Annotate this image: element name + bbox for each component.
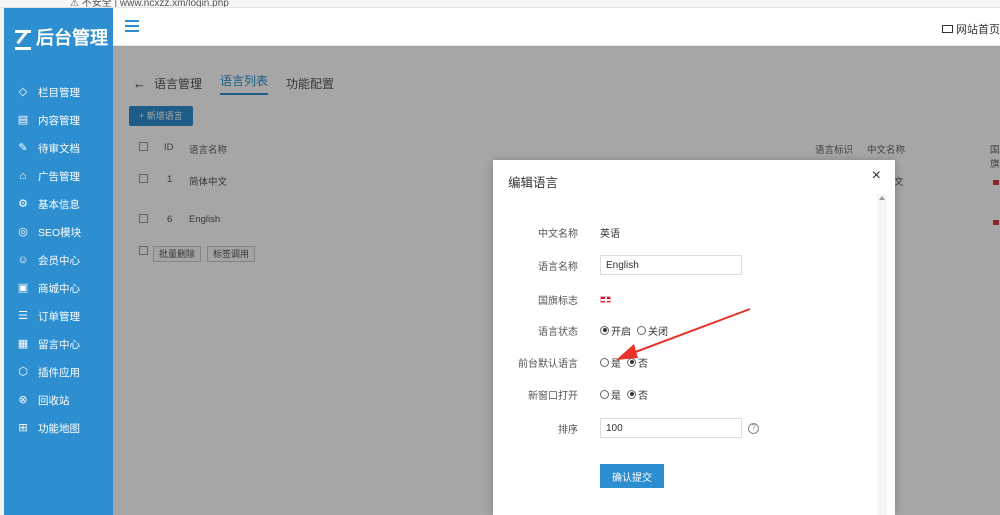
sidebar-item-basic-info[interactable]: ⚙ 基本信息 [4,190,113,218]
list-icon: ☰ [18,309,28,322]
logo-text: 后台管理 [36,28,108,48]
sidebar-item-label: 栏目管理 [38,86,80,99]
form-row-status: 语言状态 开启 关闭 [501,318,877,342]
sidebar: 后台管理 ◇ 栏目管理 ▤ 内容管理 ✎ 待审文档 ⌂ 广告管理 ⚙ 基本信息 ◎ SEO模… [4,8,113,515]
status-off-label: 关闭 [648,326,668,338]
dialog-body: 中文名称 英语 语言名称 国旗标志 语言状态 开启 关闭 前台默认语言 [501,194,887,515]
status-off-radio[interactable]: 关闭 [637,323,668,338]
status-on-label: 开启 [611,326,631,338]
default-front-label: 前台默认语言 [518,358,578,370]
logo: 后台管理 [4,8,113,66]
new-window-yes-label: 是 [611,390,621,402]
form-row-lang-name: 语言名称 [501,253,877,277]
form-row-sort: 排序 ? [501,416,877,440]
sidebar-item-label: 广告管理 [38,170,80,183]
sidebar-item-plugins[interactable]: ⬡ 插件应用 [4,358,113,386]
plugin-icon: ⬡ [18,365,28,378]
sidebar-item-member-center[interactable]: ☺ 会员中心 [4,246,113,274]
lang-name-label: 语言名称 [538,261,578,273]
sidebar-item-recycle-bin[interactable]: ⊗ 回收站 [4,386,113,414]
new-window-yes-radio[interactable]: 是 [600,387,621,402]
submit-button[interactable]: 确认提交 [600,464,664,488]
top-header: 网站首页 [113,8,1000,46]
sidebar-item-label: 商城中心 [38,282,80,295]
sidebar-item-label: 基本信息 [38,198,80,211]
close-icon[interactable]: × [872,168,881,184]
sidebar-item-shop-center[interactable]: ▣ 商城中心 [4,274,113,302]
document-icon: ▤ [17,113,29,126]
default-front-yes-label: 是 [611,358,621,370]
cn-name-label: 中文名称 [538,228,578,240]
scroll-up-icon[interactable] [879,196,885,200]
sidebar-item-label: 回收站 [38,394,70,407]
grid-icon: ⊞ [18,421,28,434]
user-icon: ☺ [17,253,29,266]
new-window-no-label: 否 [638,390,648,402]
logo-mark-icon [14,28,32,50]
sidebar-item-label: SEO模块 [38,226,82,239]
uk-flag-icon[interactable] [600,295,611,303]
sidebar-item-label: 留言中心 [38,338,80,351]
status-label: 语言状态 [538,326,578,338]
sidebar-item-order-management[interactable]: ☰ 订单管理 [4,302,113,330]
form-row-default-front: 前台默认语言 是 否 [501,350,877,374]
sidebar-item-label: 内容管理 [38,114,80,127]
sidebar-item-label: 待审文档 [38,142,80,155]
store-icon: ⌂ [19,169,27,182]
sort-input[interactable] [600,418,742,438]
sidebar-item-message-center[interactable]: ▦ 留言中心 [4,330,113,358]
browser-address-bar[interactable]: ⚠ 不安全 | www.ncxzz.xm/login.php [0,0,1000,8]
message-icon: ▦ [17,337,29,350]
dialog-title: 编辑语言 [508,176,559,190]
compass-icon: ◎ [18,225,28,238]
sidebar-item-content-management[interactable]: ▤ 内容管理 [4,106,113,134]
form-row-cn-name: 中文名称 英语 [501,220,877,244]
edit-icon: ✎ [18,141,28,154]
default-front-no-label: 否 [638,358,648,370]
status-on-radio[interactable]: 开启 [600,323,631,338]
sidebar-item-pending-docs[interactable]: ✎ 待审文档 [4,134,113,162]
new-window-label: 新窗口打开 [528,390,578,402]
sort-label: 排序 [558,424,578,436]
dialog-scrollbar[interactable] [877,194,887,515]
sidebar-item-seo[interactable]: ◎ SEO模块 [4,218,113,246]
sidebar-item-label: 会员中心 [38,254,80,267]
help-icon[interactable]: ? [748,422,759,434]
default-front-yes-radio[interactable]: 是 [600,355,621,370]
form-row-new-window: 新窗口打开 是 否 [501,382,877,406]
sidebar-item-function-map[interactable]: ⊞ 功能地图 [4,414,113,442]
sidebar-item-ad-management[interactable]: ⌂ 广告管理 [4,162,113,190]
cn-name-value: 英语 [600,228,620,240]
sidebar-item-label: 订单管理 [38,310,80,323]
sidebar-item-label: 功能地图 [38,422,80,435]
edit-language-dialog: 编辑语言 × 中文名称 英语 语言名称 国旗标志 语言状态 开启 关闭 [493,160,895,515]
gear-icon: ⚙ [18,197,28,210]
default-front-no-radio[interactable]: 否 [627,355,648,370]
site-home-label: 网站首页 [956,24,1000,36]
form-row-flag: 国旗标志 [501,287,877,311]
new-window-no-radio[interactable]: 否 [627,387,648,402]
monitor-icon [942,25,953,33]
site-home-link[interactable]: 网站首页 [942,21,1000,37]
layers-icon: ◇ [18,85,28,98]
sidebar-item-label: 插件应用 [38,366,80,379]
lang-name-input[interactable] [600,255,742,275]
trash-icon: ⊗ [18,393,28,406]
sidebar-nav: ◇ 栏目管理 ▤ 内容管理 ✎ 待审文档 ⌂ 广告管理 ⚙ 基本信息 ◎ SEO模块 ☺ 会员… [4,78,113,442]
sidebar-item-column-management[interactable]: ◇ 栏目管理 [4,78,113,106]
edit-form: 中文名称 英语 语言名称 国旗标志 语言状态 开启 关闭 前台默认语言 [501,194,877,515]
flag-label: 国旗标志 [538,295,578,307]
browser-url[interactable]: ⚠ 不安全 | www.ncxzz.xm/login.php [70,0,229,7]
menu-toggle-icon[interactable] [125,20,139,32]
cart-icon: ▣ [17,281,29,294]
